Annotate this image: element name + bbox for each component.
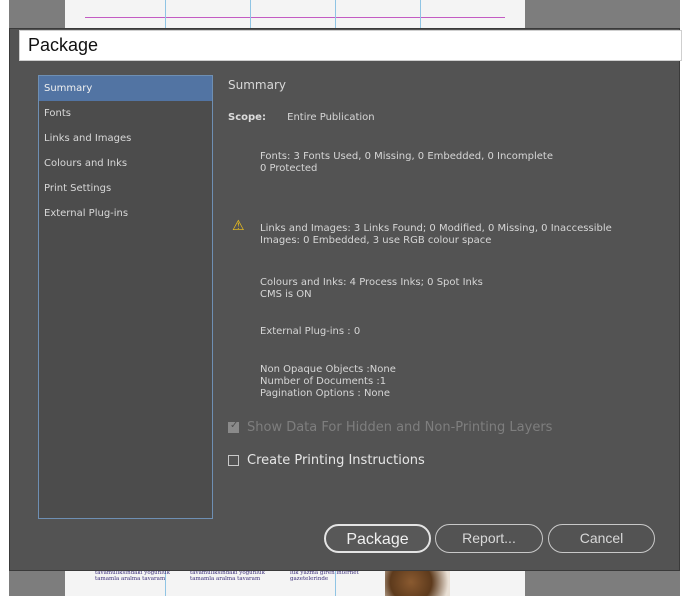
document-photo [385, 568, 450, 596]
column-guide [165, 0, 166, 30]
scope-row: Scope: Entire Publication [228, 112, 375, 123]
colours-summary-line: CMS is ON [260, 289, 312, 300]
scope-label: Scope: [228, 112, 266, 123]
misc-summary-line: Pagination Options : None [260, 388, 391, 399]
create-printing-instructions-checkbox[interactable] [228, 455, 239, 466]
plugins-summary: External Plug-ins : 0 [260, 326, 360, 338]
fonts-summary: Fonts: 3 Fonts Used, 0 Missing, 0 Embedd… [260, 151, 553, 175]
sidebar-item-fonts[interactable]: Fonts [39, 101, 212, 126]
misc-summary-line: Number of Documents :1 [260, 376, 387, 387]
colours-summary-line: Colours and Inks: 4 Process Inks; 0 Spot… [260, 277, 483, 288]
misc-summary: Non Opaque Objects :None Number of Docum… [260, 364, 396, 400]
create-printing-instructions-label[interactable]: Create Printing Instructions [247, 453, 425, 468]
cancel-button[interactable]: Cancel [548, 524, 655, 553]
document-text: tavamuliksindaki yoğunluk tamamla aralma… [95, 570, 170, 582]
links-summary-line: Links and Images: 3 Links Found; 0 Modif… [260, 223, 612, 234]
dialog-title: Package [19, 30, 682, 61]
links-summary-line: Images: 0 Embedded, 3 use RGB colour spa… [260, 235, 492, 246]
column-guide [335, 0, 336, 30]
warning-icon: ⚠ [232, 218, 245, 234]
document-text: lük yazma giren internet gazetelerinde [290, 570, 359, 582]
column-guide [250, 0, 251, 30]
show-hidden-layers-label: Show Data For Hidden and Non-Printing La… [247, 420, 553, 435]
panel-heading: Summary [228, 78, 286, 92]
misc-summary-line: Non Opaque Objects :None [260, 364, 396, 375]
document-text: tavamuliksindaki yoğunluk tamamla aralma… [190, 570, 265, 582]
package-button[interactable]: Package [324, 524, 431, 553]
sidebar-item-links-and-images[interactable]: Links and Images [39, 126, 212, 151]
sidebar: Summary Fonts Links and Images Colours a… [38, 75, 213, 519]
scope-value: Entire Publication [287, 112, 375, 123]
sidebar-item-print-settings[interactable]: Print Settings [39, 176, 212, 201]
show-hidden-layers-option: Show Data For Hidden and Non-Printing La… [228, 420, 552, 435]
column-guide [420, 0, 421, 30]
sidebar-item-summary[interactable]: Summary [39, 76, 212, 101]
show-hidden-layers-checkbox [228, 420, 239, 433]
margin-guide [85, 17, 505, 18]
sidebar-item-external-plug-ins[interactable]: External Plug-ins [39, 201, 212, 226]
links-summary: Links and Images: 3 Links Found; 0 Modif… [260, 223, 612, 247]
report-button[interactable]: Report... [435, 524, 543, 553]
create-printing-instructions-option[interactable]: Create Printing Instructions [228, 453, 425, 468]
fonts-summary-line: 0 Protected [260, 163, 318, 174]
plugins-summary-line: External Plug-ins : 0 [260, 326, 361, 337]
colours-summary: Colours and Inks: 4 Process Inks; 0 Spot… [260, 277, 483, 301]
sidebar-item-colours-and-inks[interactable]: Colours and Inks [39, 151, 212, 176]
fonts-summary-line: Fonts: 3 Fonts Used, 0 Missing, 0 Embedd… [260, 151, 553, 162]
